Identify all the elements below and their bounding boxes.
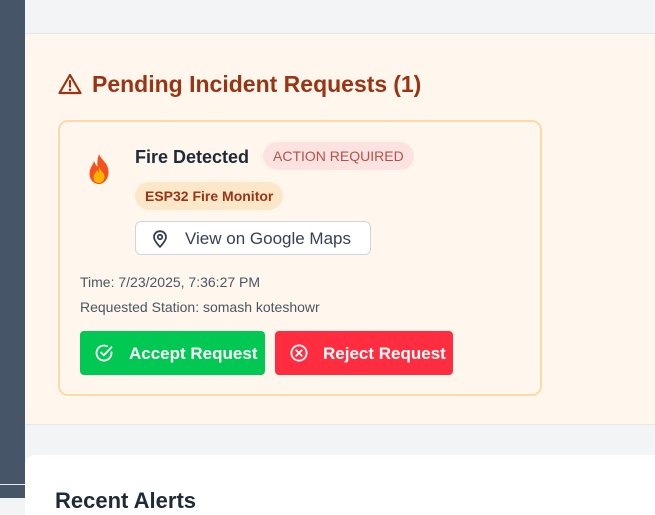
accept-request-label: Accept Request <box>129 344 258 363</box>
request-time: Time: 7/23/2025, 7:36:27 PM <box>80 274 261 290</box>
requested-station: Requested Station: somash koteshowr <box>80 299 320 315</box>
recent-alerts-panel: Recent Alerts <box>25 455 655 515</box>
status-badge: ACTION REQUIRED <box>263 142 414 170</box>
pending-requests-title: Pending Incident Requests <box>92 70 388 97</box>
sidebar-divider <box>0 484 25 485</box>
top-panel <box>25 0 655 34</box>
pending-requests-section: Pending Incident Requests (1) Fire Detect… <box>25 34 655 425</box>
incident-request-card: Fire Detected ACTION REQUIRED ESP32 Fire… <box>58 120 542 396</box>
reject-request-label: Reject Request <box>323 344 446 363</box>
device-badge: ESP32 Fire Monitor <box>135 182 284 210</box>
pending-requests-count: (1) <box>393 70 422 97</box>
check-circle-icon <box>94 343 114 368</box>
accept-request-button[interactable]: Accept Request <box>80 331 265 375</box>
pending-requests-heading: Pending Incident Requests (1) <box>58 69 421 99</box>
fire-icon <box>84 152 114 186</box>
view-on-google-maps-button[interactable]: View on Google Maps <box>135 221 371 255</box>
map-pin-icon <box>152 230 168 253</box>
sidebar-strip <box>0 0 25 498</box>
incident-title: Fire Detected <box>135 147 250 167</box>
x-circle-icon <box>289 343 309 368</box>
reject-request-button[interactable]: Reject Request <box>275 331 453 375</box>
warning-triangle-icon <box>58 73 82 95</box>
recent-alerts-title: Recent Alerts <box>55 488 197 513</box>
view-on-google-maps-label: View on Google Maps <box>185 229 352 248</box>
